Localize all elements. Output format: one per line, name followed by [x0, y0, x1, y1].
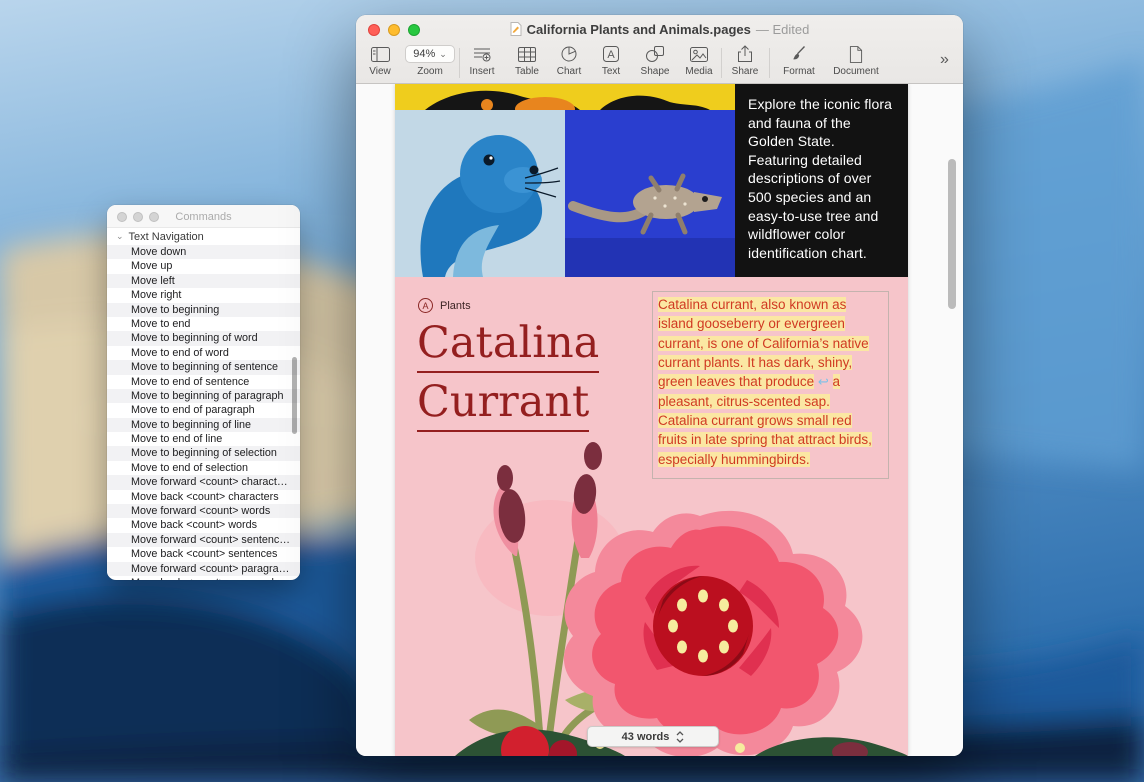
section-badge-row: A Plants: [418, 298, 471, 313]
commands-list-item[interactable]: Move to beginning of word: [107, 331, 300, 345]
commands-list-item[interactable]: Move to end of word: [107, 346, 300, 360]
hero-photos: [395, 110, 735, 277]
commands-list-item[interactable]: Move up: [107, 259, 300, 273]
format-brush-icon: [791, 45, 807, 63]
window-chrome: California Plants and Animals.pages — Ed…: [356, 15, 963, 84]
zoom-dropdown[interactable]: 94% ⌄ Zoom: [406, 45, 454, 77]
media-photo-icon: [690, 45, 708, 63]
commands-list-item[interactable]: Move forward <count> sentenc…: [107, 533, 300, 547]
chart-button[interactable]: Chart: [547, 45, 591, 77]
intro-text-panel[interactable]: Explore the iconic flora and fauna of th…: [735, 84, 908, 277]
word-count-value: 43 words: [622, 731, 670, 743]
chevron-down-icon: ⌄: [439, 50, 447, 59]
commands-list-item[interactable]: Move left: [107, 274, 300, 288]
bee-image[interactable]: [395, 84, 735, 110]
document-scrollbar[interactable]: [948, 159, 956, 309]
commands-list-item[interactable]: Move to beginning of line: [107, 418, 300, 432]
stepper-chevrons-icon: [676, 731, 684, 743]
commands-scrollbar[interactable]: [292, 357, 297, 434]
commands-list-item[interactable]: Move to beginning of paragraph: [107, 389, 300, 403]
word-count-control[interactable]: 43 words: [587, 726, 719, 747]
hero-left-column: [395, 84, 735, 277]
commands-section-label: Text Navigation: [129, 231, 204, 243]
pie-chart-icon: [561, 45, 577, 63]
shapes-icon: [646, 45, 664, 63]
more-toolbar-items-button[interactable]: »: [940, 51, 949, 69]
view-button[interactable]: View: [358, 45, 402, 77]
text-box-icon: A: [603, 45, 619, 63]
commands-list-item[interactable]: Move back <count> sentences: [107, 547, 300, 561]
share-button[interactable]: Share: [723, 45, 767, 77]
commands-list-item[interactable]: Move to end of selection: [107, 461, 300, 475]
commands-list-item[interactable]: Move forward <count> paragra…: [107, 562, 300, 576]
commands-list-item[interactable]: Move to end of line: [107, 432, 300, 446]
toolbar-separator: [769, 48, 770, 78]
seal-image[interactable]: [395, 110, 565, 277]
flower-illustration[interactable]: [395, 438, 908, 756]
share-icon: [737, 45, 753, 63]
commands-list-item[interactable]: Move back <count> characters: [107, 490, 300, 504]
section-badge: A: [418, 298, 433, 313]
document-heading[interactable]: Catalina Currant: [417, 319, 599, 437]
titlebar[interactable]: California Plants and Animals.pages — Ed…: [356, 15, 963, 43]
commands-list-item[interactable]: Move forward <count> words: [107, 504, 300, 518]
text-button[interactable]: A Text: [589, 45, 633, 77]
pages-window: California Plants and Animals.pages — Ed…: [356, 15, 963, 756]
media-button[interactable]: Media: [677, 45, 721, 77]
commands-list-item[interactable]: Move to end of sentence: [107, 375, 300, 389]
hero-images-row: Explore the iconic flora and fauna of th…: [395, 84, 908, 277]
minimize-button[interactable]: [388, 24, 400, 36]
commands-titlebar[interactable]: Commands: [107, 205, 300, 228]
commands-list-item[interactable]: Move to beginning of selection: [107, 446, 300, 460]
chevron-down-icon: ⌄: [116, 232, 124, 241]
window-edited-label: — Edited: [756, 22, 809, 37]
plants-section: A Plants Catalina Currant Catalina curra…: [395, 277, 908, 756]
svg-text:A: A: [607, 49, 615, 61]
commands-list-item[interactable]: Move right: [107, 288, 300, 302]
toolbar: View 94% ⌄ Zoom Insert Table: [356, 43, 963, 84]
commands-list-item[interactable]: Move to end of paragraph: [107, 403, 300, 417]
commands-list-item[interactable]: Move to end: [107, 317, 300, 331]
commands-section-header[interactable]: ⌄ Text Navigation: [107, 228, 300, 245]
document-page-icon: [849, 45, 863, 63]
commands-list-item[interactable]: Move forward <count> charact…: [107, 475, 300, 489]
zoom-value-chip[interactable]: 94% ⌄: [405, 45, 455, 63]
commands-panel: Commands ⌄ Text Navigation Move downMove…: [107, 205, 300, 580]
document-button[interactable]: Document: [828, 45, 884, 77]
commands-list: Move downMove upMove leftMove rightMove …: [107, 245, 300, 580]
toolbar-separator: [721, 48, 722, 78]
commands-list-item[interactable]: Move back <count> paragraphs: [107, 576, 300, 580]
document-page[interactable]: Explore the iconic flora and fauna of th…: [395, 84, 908, 756]
view-sidebar-icon: [371, 45, 390, 63]
window-title-area: California Plants and Animals.pages — Ed…: [436, 15, 883, 43]
commands-list-item[interactable]: Move back <count> words: [107, 518, 300, 532]
format-button[interactable]: Format: [777, 45, 821, 77]
document-canvas: Explore the iconic flora and fauna of th…: [356, 84, 963, 756]
commands-list-item[interactable]: Move to beginning: [107, 303, 300, 317]
commands-title: Commands: [107, 205, 300, 228]
fullscreen-button[interactable]: [408, 24, 420, 36]
heading-line-1: Catalina: [417, 319, 599, 373]
line-break-icon: ↩: [818, 374, 829, 389]
intro-text: Explore the iconic flora and fauna of th…: [748, 96, 892, 261]
table-icon: [518, 45, 536, 63]
shape-button[interactable]: Shape: [633, 45, 677, 77]
close-button[interactable]: [368, 24, 380, 36]
lizard-image[interactable]: [565, 110, 735, 277]
insert-icon: [473, 45, 491, 63]
zoom-value: 94%: [413, 48, 435, 60]
window-title: California Plants and Animals.pages: [527, 22, 751, 37]
commands-list-item[interactable]: Move down: [107, 245, 300, 259]
heading-line-2: Currant: [417, 378, 589, 432]
table-button[interactable]: Table: [505, 45, 549, 77]
commands-list-item[interactable]: Move to beginning of sentence: [107, 360, 300, 374]
insert-button[interactable]: Insert: [460, 45, 504, 77]
section-label: Plants: [440, 300, 471, 312]
document-icon: [510, 22, 522, 36]
